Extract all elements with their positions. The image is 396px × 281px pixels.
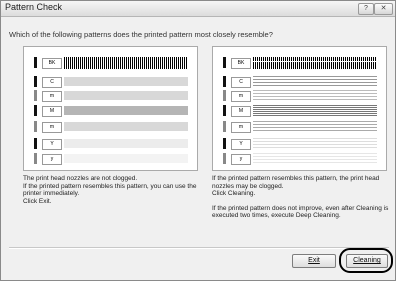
pattern-row-c: C (213, 76, 388, 88)
pattern-strip (253, 90, 377, 101)
color-bar (34, 138, 37, 149)
ink-label: y (42, 154, 62, 165)
pattern-strip (64, 77, 188, 86)
color-bar (34, 121, 37, 132)
ink-label: y (231, 154, 251, 165)
color-bar (223, 57, 226, 68)
separator (9, 247, 389, 249)
pattern-row-c: C (24, 76, 199, 88)
pattern-row-bk: BK (24, 57, 199, 69)
color-bar (34, 153, 37, 164)
pattern-row-m: M (24, 105, 199, 117)
ink-label: M (42, 106, 62, 117)
question-text: Which of the following patterns does the… (9, 30, 273, 39)
pattern-check-dialog: Pattern Check ? ✕ Which of the following… (0, 0, 396, 281)
ink-label: BK (231, 58, 251, 69)
nozzle-grid (64, 57, 188, 69)
pattern-row-m-light: m (24, 90, 199, 102)
nozzle-grid (253, 57, 377, 69)
ink-label: m (231, 122, 251, 133)
close-button[interactable]: ✕ (374, 3, 393, 15)
color-bar (223, 121, 226, 132)
ink-label: m (42, 122, 62, 133)
cleaning-button-highlight (339, 248, 393, 273)
color-bar (223, 105, 226, 116)
color-bar (34, 57, 37, 68)
clogged-pattern-panel[interactable]: BK C m M m Y y (212, 46, 387, 171)
pattern-strip (253, 121, 377, 132)
pattern-strip (253, 76, 377, 87)
color-bar (34, 76, 37, 87)
pattern-strip (64, 139, 188, 148)
good-pattern-panel[interactable]: BK C m M m Y y (23, 46, 198, 171)
message-line: The print head nozzles are not clogged. (23, 175, 138, 182)
title-bar: Pattern Check ? ✕ (1, 1, 395, 17)
pattern-strip (64, 91, 188, 100)
pattern-row-m-light: m (213, 90, 388, 102)
pattern-row-m2: m (24, 121, 199, 133)
pattern-row-m2: m (213, 121, 388, 133)
color-bar (223, 90, 226, 101)
color-bar (223, 76, 226, 87)
pattern-row-y: Y (24, 138, 199, 150)
message-line: If the printed pattern resembles this pa… (212, 175, 380, 190)
clogged-pattern-message: If the printed pattern resembles this pa… (212, 175, 390, 220)
ink-label: C (231, 77, 251, 88)
pattern-strip (253, 153, 377, 164)
ink-label: BK (42, 58, 62, 69)
color-bar (34, 105, 37, 116)
pattern-row-bk: BK (213, 57, 388, 69)
ink-label: Y (231, 139, 251, 150)
color-bar (34, 90, 37, 101)
color-bar (223, 153, 226, 164)
pattern-row-y2: y (24, 153, 199, 165)
ink-label: C (42, 77, 62, 88)
pattern-row-y: Y (213, 138, 388, 150)
pattern-row-y2: y (213, 153, 388, 165)
message-line: Click Cleaning. (212, 190, 256, 197)
message-line: If the printed pattern does not improve,… (212, 204, 389, 220)
dialog-title: Pattern Check (5, 2, 63, 12)
good-pattern-message: The print head nozzles are not clogged. … (23, 175, 201, 205)
pattern-strip (64, 106, 188, 115)
pattern-strip (253, 138, 377, 149)
pattern-strip (253, 105, 377, 116)
ink-label: m (231, 91, 251, 102)
exit-button[interactable]: Exit (292, 254, 336, 268)
message-line: If the printed pattern resembles this pa… (23, 182, 197, 198)
pattern-strip (64, 122, 188, 131)
help-button[interactable]: ? (358, 3, 374, 15)
ink-label: M (231, 106, 251, 117)
pattern-row-m: M (213, 105, 388, 117)
ink-label: Y (42, 139, 62, 150)
color-bar (223, 138, 226, 149)
message-line: Click Exit. (23, 197, 52, 205)
ink-label: m (42, 91, 62, 102)
pattern-strip (64, 154, 188, 163)
